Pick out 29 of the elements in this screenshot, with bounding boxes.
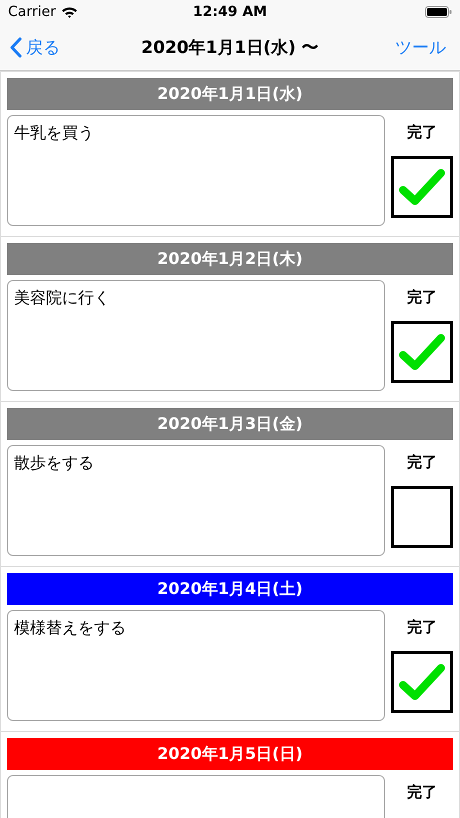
checkmark-icon (399, 168, 445, 206)
carrier-label: Carrier (8, 4, 56, 20)
date-header: 2020年1月5日(日) (7, 738, 453, 770)
done-label: 完了 (407, 453, 437, 472)
done-label: 完了 (407, 783, 437, 802)
back-button[interactable]: 戻る (10, 36, 60, 58)
done-checkbox[interactable] (391, 486, 453, 548)
memo-field[interactable]: 散歩をする (7, 445, 385, 556)
done-checkbox[interactable] (391, 156, 453, 218)
tool-button[interactable]: ツール (395, 36, 446, 58)
wifi-icon (60, 6, 78, 18)
date-header: 2020年1月2日(木) (7, 243, 453, 275)
date-header: 2020年1月4日(土) (7, 573, 453, 605)
checkmark-icon (399, 333, 445, 371)
done-checkbox[interactable] (391, 321, 453, 383)
battery-icon (425, 6, 452, 18)
memo-field[interactable]: 模様替えをする (7, 610, 385, 721)
done-label: 完了 (407, 288, 437, 307)
memo-field[interactable]: 牛乳を買う (7, 115, 385, 226)
date-header: 2020年1月1日(水) (7, 78, 453, 110)
date-header: 2020年1月3日(金) (7, 408, 453, 440)
memo-field[interactable]: 美容院に行く (7, 280, 385, 391)
done-label: 完了 (407, 618, 437, 637)
done-label: 完了 (407, 123, 437, 142)
nav-title: 2020年1月1日(水) 〜 (141, 38, 319, 58)
chevron-left-icon (10, 36, 22, 58)
checkmark-icon (399, 663, 445, 701)
done-checkbox[interactable] (391, 651, 453, 713)
clock-time: 12:49 AM (192, 4, 268, 20)
